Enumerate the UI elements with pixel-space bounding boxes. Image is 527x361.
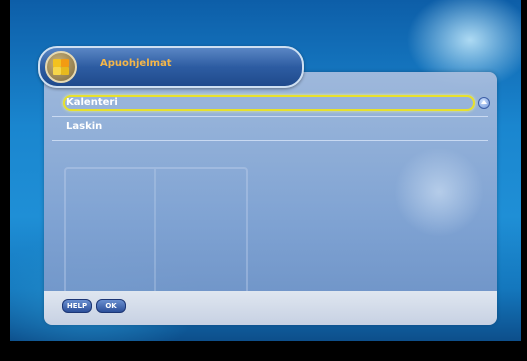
screen-border-bottom <box>0 341 527 361</box>
screen-border-left <box>0 0 10 361</box>
menu-item-laskin[interactable]: Laskin <box>52 119 488 141</box>
tools-icon-square <box>61 59 69 67</box>
scroll-up-arrow-icon[interactable] <box>478 97 490 109</box>
selection-highlight <box>63 95 475 111</box>
background-flower-decoration <box>394 147 484 237</box>
footer-bar: HELP OK <box>44 291 497 325</box>
tools-icon-square <box>53 67 61 75</box>
tools-icon-square <box>53 59 61 67</box>
row-divider <box>52 140 488 141</box>
menu-item-label: Laskin <box>66 121 103 132</box>
help-button[interactable]: HELP <box>62 299 92 313</box>
tools-icon <box>45 51 77 83</box>
tv-screen: HELP OK Apuohjelmat Kalenteri Laskin <box>0 0 527 361</box>
screen-border-right <box>521 0 527 361</box>
menu-title-bar: Apuohjelmat <box>38 46 304 88</box>
tools-icon-square <box>61 67 69 75</box>
page-title: Apuohjelmat <box>100 58 172 69</box>
menu-item-kalenteri[interactable]: Kalenteri <box>52 95 488 117</box>
menu-item-label: Kalenteri <box>66 97 118 108</box>
background-window-decoration <box>64 167 248 296</box>
ok-button[interactable]: OK <box>96 299 126 313</box>
row-divider <box>52 116 488 117</box>
